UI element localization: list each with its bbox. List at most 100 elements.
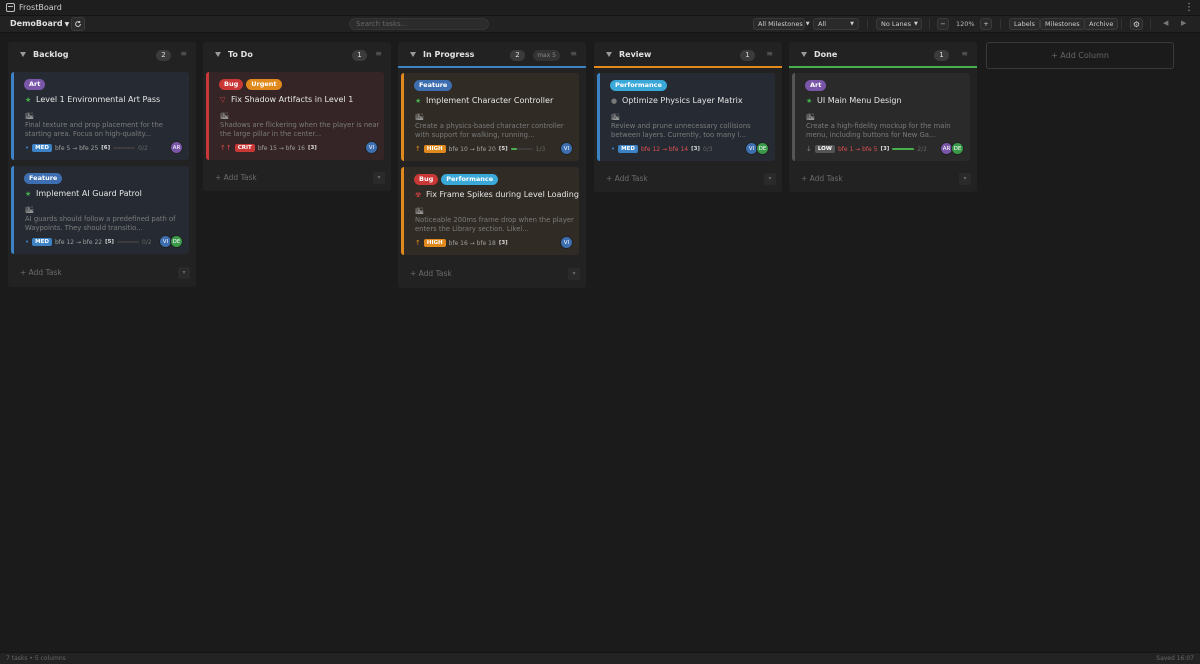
card-title-text: Fix Frame Spikes during Level Loading [426,190,579,199]
priority-badge: MED [32,238,52,246]
column-menu-icon[interactable]: ≡ [961,49,968,58]
card-title[interactable]: ★ Level 1 Environmental Art Pass [25,95,160,104]
zoom-in-button[interactable]: + [980,18,992,30]
column-menu-icon[interactable]: ≡ [766,49,773,58]
chevron-down-icon: ▼ [914,21,918,27]
add-task-button[interactable]: + Add Task [606,174,648,183]
tag-badge[interactable]: Bug [414,174,439,185]
deadline-range: bfe 1 → bfe 5 [837,145,878,153]
card-title[interactable]: ● Optimize Physics Layer Matrix [611,96,743,105]
scroll-right-icon[interactable]: ▶ [1181,19,1186,27]
status-summary: 7 tasks • 5 columns [6,655,66,662]
avatar[interactable]: VI [365,141,378,154]
add-task-button[interactable]: + Add Task [215,173,257,182]
collapse-chevron-icon[interactable] [801,52,807,57]
settings-button[interactable]: ⚙ [1130,18,1143,30]
board-name: DemoBoard [10,19,63,28]
avatar[interactable]: DE [756,142,769,155]
progress-bar [113,147,136,149]
add-task-options-icon[interactable]: ▾ [178,267,190,279]
progress-bar [892,148,915,150]
avatar[interactable]: VI [560,236,573,249]
tag-badge[interactable]: Performance [610,80,667,91]
card-title-text: UI Main Menu Design [817,96,902,105]
collapse-chevron-icon[interactable] [215,52,221,57]
tag-badge[interactable]: Art [805,80,827,91]
avatar[interactable]: DE [170,235,183,248]
avatar[interactable]: DE [951,142,964,155]
add-task-options-icon[interactable]: ▾ [568,268,580,280]
subtask-count: [6] [101,145,111,151]
task-card[interactable]: Feature ★ Implement AI Guard Patrol 🏙 AI gua… [11,166,189,254]
archive-button[interactable]: Archive [1084,18,1119,30]
column-menu-icon[interactable]: ≡ [180,49,187,58]
column-menu-icon[interactable]: ≡ [375,49,382,58]
lanes-dropdown[interactable]: No Lanes ▼ [876,18,922,30]
tag-badge[interactable]: Feature [414,80,453,91]
add-task-options-icon[interactable]: ▾ [373,172,385,184]
filter-dropdown[interactable]: All ▼ [813,18,859,30]
add-task-button[interactable]: + Add Task [410,269,452,278]
add-task-row: + Add Task ▾ [594,169,782,189]
labels-button[interactable]: Labels [1009,18,1040,30]
priority-badge: LOW [814,145,835,153]
column-menu-icon[interactable]: ≡ [570,49,577,58]
priority-icon: ★ [25,96,32,104]
tag-badge[interactable]: Feature [24,173,63,184]
add-task-button[interactable]: + Add Task [20,268,62,277]
milestones-dropdown[interactable]: All Milestones ▼ [753,18,810,30]
subtask-count: [3] [498,240,508,246]
column-count-badge: 1 [934,50,949,61]
task-card[interactable]: Art ★ UI Main Menu Design 🏙 Create a high-fi… [792,73,970,161]
add-task-options-icon[interactable]: ▾ [764,173,776,185]
progress-bar [116,241,139,243]
column-to-do: To Do 1 ≡ Bug Urgent ▽ Fix Shadow Artifacts in… [203,42,391,191]
search-input[interactable] [349,18,489,30]
avatar[interactable]: AR [170,141,183,154]
milestones-button[interactable]: Milestones [1040,18,1085,30]
avatar[interactable]: VI [560,142,573,155]
card-title[interactable]: ★ UI Main Menu Design [806,96,902,105]
collapse-chevron-icon[interactable] [606,52,612,57]
task-card[interactable]: Bug Performance ☢ Fix Frame Spikes during L… [401,167,579,255]
chevron-down-icon: ▼ [64,21,70,28]
card-title-text: Implement AI Guard Patrol [36,189,142,198]
subtask-count: [5] [105,239,114,245]
tag-badge[interactable]: Bug [219,79,244,90]
card-description: Create a high-fidelity mockup for the ma… [806,122,951,139]
card-title[interactable]: ▽ Fix Shadow Artifacts in Level 1 [220,95,353,104]
scene-icon: 🏙 [415,113,424,121]
gear-icon: ⚙ [1132,19,1141,29]
priority-icon: ● [611,97,618,105]
card-title[interactable]: ★ Implement Character Controller [415,96,553,105]
card-title-text: Level 1 Environmental Art Pass [36,95,161,104]
zoom-out-button[interactable]: − [937,18,949,30]
subtask-count: [3] [880,146,890,152]
kebab-menu-icon[interactable]: ⋮ [1184,2,1194,13]
card-title[interactable]: ★ Implement AI Guard Patrol [25,189,142,198]
tag-badge[interactable]: Performance [441,174,499,185]
collapse-chevron-icon[interactable] [20,52,26,57]
card-meta: ↑↑ CRIT bfe 15 → bfe 16 [3] [220,144,317,152]
tag-badge[interactable]: Urgent [246,79,282,90]
card-description: Review and prune unnecessary collisions … [611,122,751,139]
column-review: Review 1 ≡ Performance ● Optimize Physics Lay… [594,42,782,192]
filter-dropdown-label: All [818,20,827,28]
divider [1000,19,1001,29]
add-column-button[interactable]: + Add Column [986,42,1174,69]
collapse-chevron-icon[interactable] [410,52,416,57]
app-icon [6,3,15,12]
task-card[interactable]: Art ★ Level 1 Environmental Art Pass 🏙 Final… [11,72,189,160]
task-card[interactable]: Bug Urgent ▽ Fix Shadow Artifacts in Level … [206,72,384,160]
add-task-options-icon[interactable]: ▾ [959,173,971,185]
add-task-row: + Add Task ▾ [203,168,391,188]
scroll-left-icon[interactable]: ◀ [1163,19,1168,27]
refresh-button[interactable] [71,17,85,31]
tag-badge[interactable]: Art [24,79,46,90]
add-task-button[interactable]: + Add Task [801,174,843,183]
task-card[interactable]: Feature ★ Implement Character Controller 🏙 C… [401,73,579,161]
board-selector[interactable]: DemoBoard ▼ [10,19,69,28]
card-title[interactable]: ☢ Fix Frame Spikes during Level Loading [415,190,579,199]
task-card[interactable]: Performance ● Optimize Physics Layer Matri… [597,73,775,161]
card-description: Shadows are flickering when the player i… [220,121,380,138]
